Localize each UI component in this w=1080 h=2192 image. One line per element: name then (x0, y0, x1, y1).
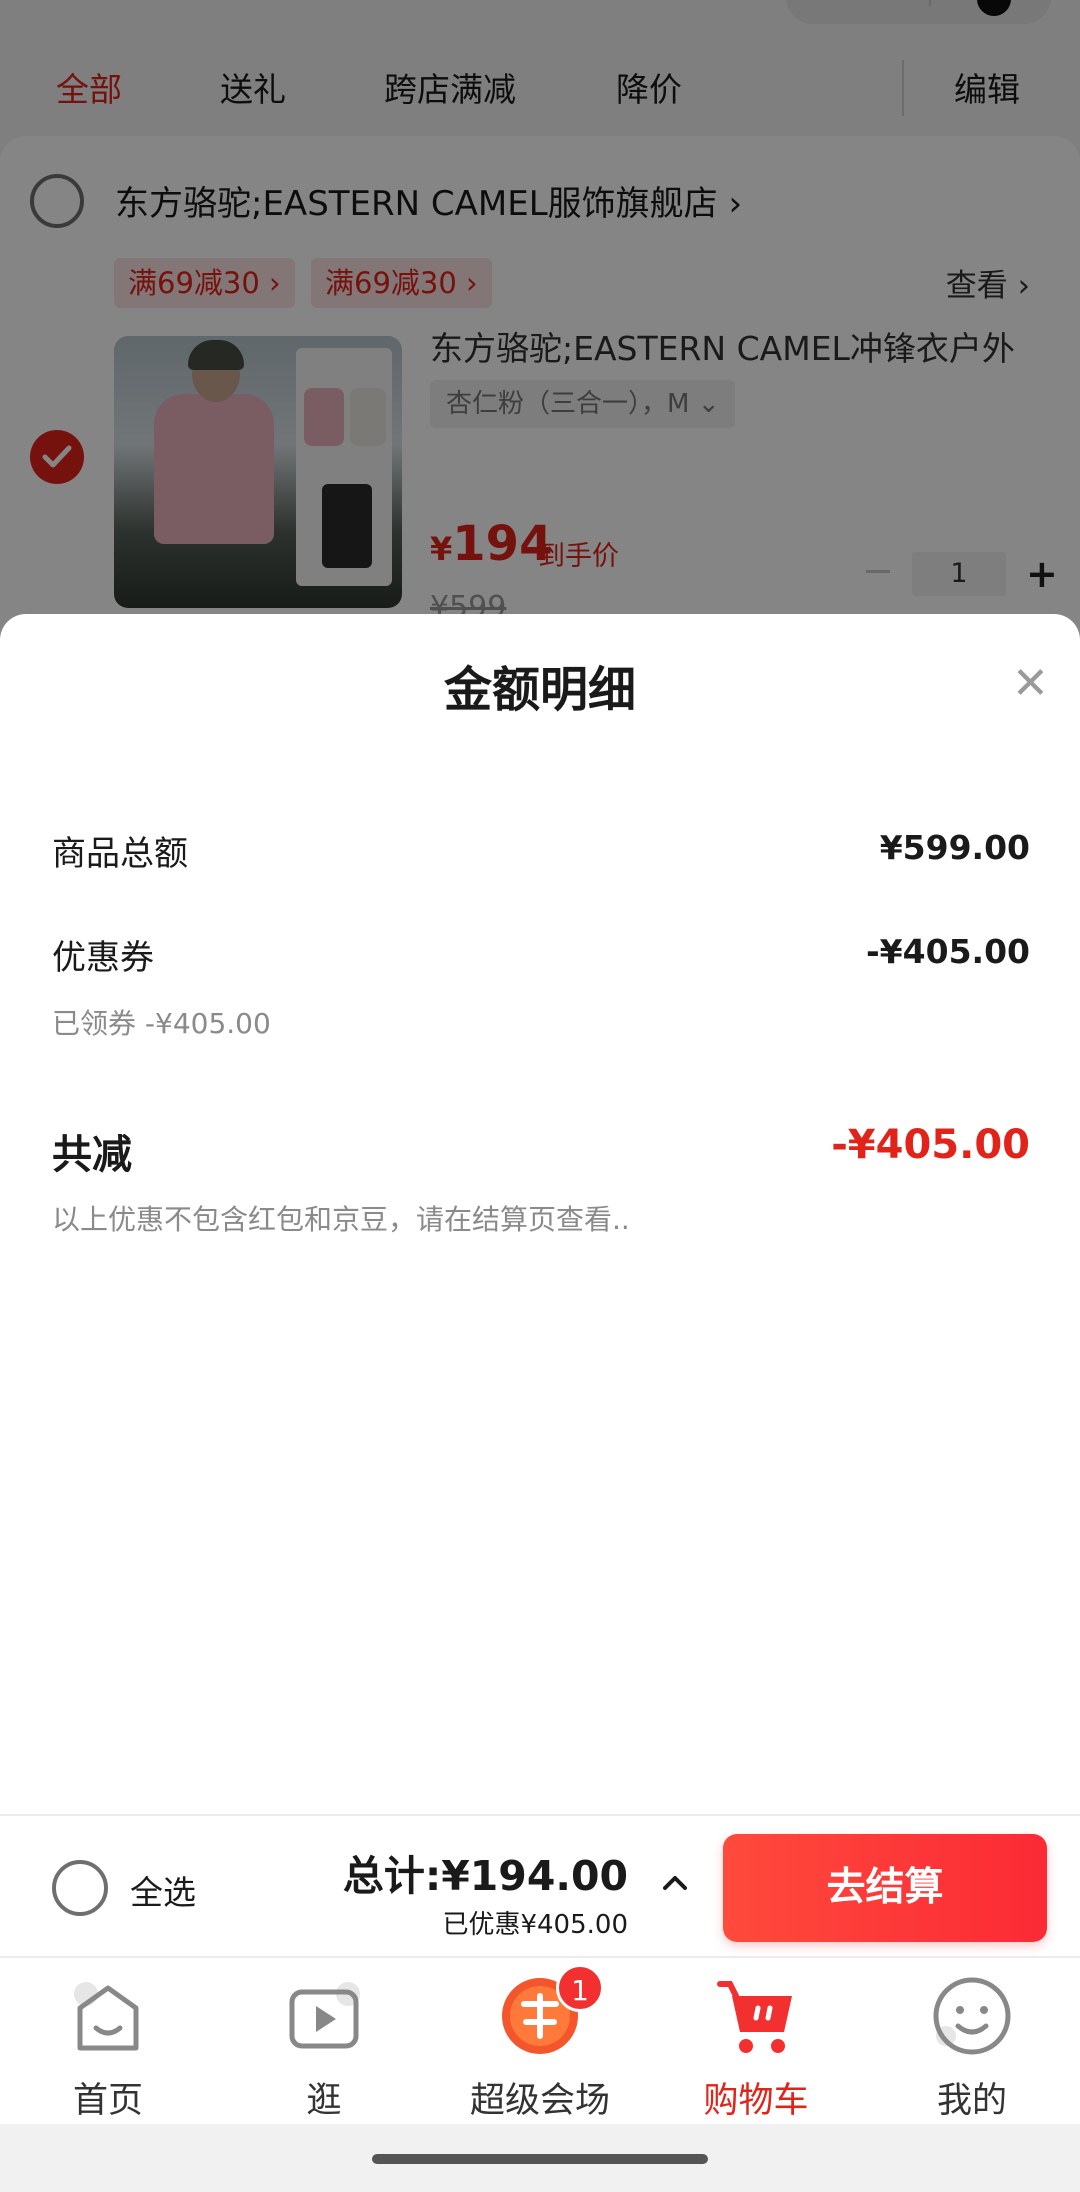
total-reduce-value: -¥405.00 (831, 1122, 1030, 1168)
checkout-bar: 全选 总计:¥194.00 已优惠¥405.00 去结算 (0, 1814, 1080, 1956)
coupon-value: -¥405.00 (865, 932, 1030, 971)
notification-badge: 1 (556, 1964, 604, 2012)
amount-detail-sheet: 金额明细 ✕ 商品总额 ¥599.00 优惠券 -¥405.00 已领券 -¥4… (0, 614, 1080, 1814)
total-reduce-label: 共减 (52, 1132, 132, 1178)
play-icon (289, 1982, 360, 2049)
sheet-title: 金额明细 (443, 662, 636, 718)
tab-super-venue[interactable]: 1 超级会场 (440, 1964, 640, 2124)
select-all-label[interactable]: 全选 (130, 1866, 196, 1914)
tab-mine[interactable]: 我的 (872, 1974, 1072, 2124)
goods-total-value: ¥599.00 (879, 828, 1030, 867)
tab-label: 我的 (936, 2081, 1007, 2121)
coupon-note: 已领券 -¥405.00 (52, 1007, 271, 1040)
tab-home[interactable]: 首页 (8, 1974, 208, 2124)
bottom-tab-bar: 首页 逛 1 超级会场 购物车 我的 (0, 1956, 1080, 2124)
close-icon[interactable]: ✕ (1012, 658, 1049, 709)
home-icon (74, 1982, 139, 2051)
tab-label: 购物车 (703, 2081, 809, 2121)
goods-total-label: 商品总额 (52, 834, 188, 874)
checkout-button[interactable]: 去结算 (723, 1834, 1047, 1942)
chevron-up-icon[interactable] (660, 1868, 690, 1898)
system-home-area (0, 2124, 1080, 2192)
smile-icon (933, 1977, 1011, 2055)
cart-icon (717, 1981, 792, 2053)
total-price: 总计:¥194.00 (342, 1852, 628, 1900)
tab-label: 首页 (72, 2081, 143, 2121)
tab-label: 超级会场 (469, 2081, 610, 2121)
coupon-label: 优惠券 (52, 938, 154, 978)
tab-cart[interactable]: 购物车 (656, 1974, 856, 2124)
tab-label: 逛 (306, 2081, 342, 2121)
tab-browse[interactable]: 逛 (224, 1974, 424, 2124)
saved-amount: 已优惠¥405.00 (442, 1910, 628, 1940)
select-all-radio[interactable] (52, 1860, 108, 1916)
discount-footnote: 以上优惠不包含红包和京豆，请在结算页查看.. (52, 1203, 630, 1236)
home-indicator[interactable] (372, 2154, 708, 2164)
